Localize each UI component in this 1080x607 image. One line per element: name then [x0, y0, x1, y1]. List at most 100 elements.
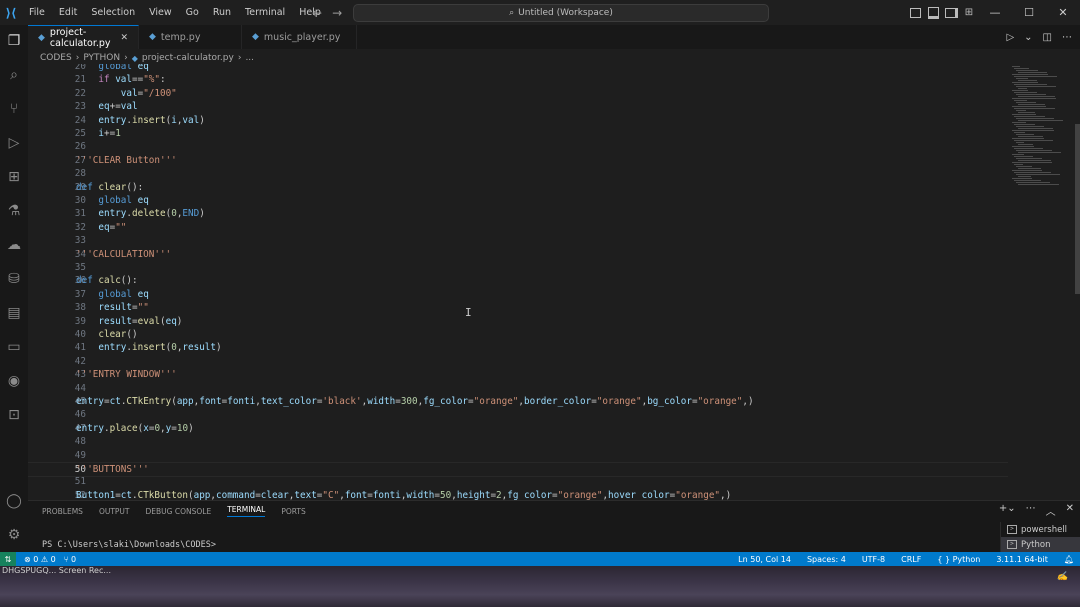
panel-tab-problems[interactable]: PROBLEMS	[42, 507, 83, 516]
code-line[interactable]: 24 entry.insert(i,val)	[28, 114, 1008, 127]
cursor-position[interactable]: Ln 50, Col 14	[738, 555, 791, 564]
tab-music-player-py[interactable]: ◆ music_player.py	[242, 25, 357, 49]
scroll-thumb[interactable]	[1075, 124, 1080, 294]
code-line[interactable]: 41 entry.insert(0,result)	[28, 341, 1008, 354]
remote-explorer-icon[interactable]: ▤	[0, 301, 28, 325]
minimap[interactable]	[1008, 64, 1074, 500]
code-line[interactable]: 27 '''CLEAR Button'''	[28, 154, 1008, 167]
breadcrumb-item[interactable]: CODES	[40, 53, 72, 63]
code-line[interactable]: 52 Button1=ct.CTkButton(app,command=clear…	[28, 489, 1008, 500]
code-line[interactable]: 47 entry.place(x=0,y=10)	[28, 422, 1008, 435]
code-line[interactable]: 29 def clear():	[28, 181, 1008, 194]
tab-project-calculator-py[interactable]: ◆ project-calculator.py ✕	[28, 25, 139, 49]
extensions-icon[interactable]: ⊞	[0, 165, 28, 189]
code-line[interactable]: 45 entry=ct.CTkEntry(app,font=fonti,text_…	[28, 395, 1008, 408]
toggle-panel-icon[interactable]	[924, 0, 942, 25]
tab-temp-py[interactable]: ◆ temp.py	[139, 25, 242, 49]
maximize-icon[interactable]: ☐	[1012, 0, 1046, 25]
more-actions-icon[interactable]: ⋯	[1026, 503, 1036, 518]
encoding[interactable]: UTF-8	[862, 555, 885, 564]
code-line[interactable]: 44	[28, 382, 1008, 395]
code-line[interactable]: 32 eq=""	[28, 221, 1008, 234]
code-line[interactable]: 30 global eq	[28, 194, 1008, 207]
back-arrow-icon[interactable]: ←	[312, 6, 322, 20]
code-line[interactable]: 36 def calc():	[28, 274, 1008, 287]
code-line[interactable]: 21 if val=="%":	[28, 73, 1008, 86]
code-line[interactable]: 26	[28, 140, 1008, 153]
code-line[interactable]: 22 val="/100"	[28, 87, 1008, 100]
menu-item-go[interactable]: Go	[179, 0, 206, 25]
editor-scrollbar[interactable]	[1074, 64, 1080, 500]
code-line[interactable]: 34 '''CALCULATION'''	[28, 248, 1008, 261]
remote-icon[interactable]: ⇅	[0, 552, 16, 566]
code-line[interactable]: 39 result=eval(eq)	[28, 315, 1008, 328]
panel-tab-terminal[interactable]: TERMINAL	[227, 505, 266, 517]
close-tab-icon[interactable]: ✕	[120, 33, 128, 43]
notifications-icon[interactable]: 🔔︎	[1064, 555, 1074, 564]
language-mode[interactable]: { } Python	[937, 555, 980, 564]
code-editor[interactable]: 20 global eq 21 if val=="%": 22 val="/100"…	[28, 64, 1008, 500]
python-interpreter[interactable]: 3.11.1 64-bit	[996, 555, 1048, 564]
command-center[interactable]: ⌕ Untitled (Workspace)	[353, 4, 769, 22]
terminal-item-python[interactable]: > Python	[1001, 537, 1080, 552]
database-icon[interactable]: ⛁	[0, 267, 28, 291]
code-line[interactable]: 23 eq+=val	[28, 100, 1008, 113]
code-line[interactable]: 37 global eq	[28, 288, 1008, 301]
code-line[interactable]: 42	[28, 355, 1008, 368]
source-control-icon[interactable]: ⑂	[0, 97, 28, 121]
gear-icon[interactable]: ⚙	[0, 523, 28, 547]
code-line[interactable]: 20 global eq	[28, 64, 1008, 73]
code-line[interactable]: 48	[28, 435, 1008, 448]
code-line[interactable]: 28	[28, 167, 1008, 180]
ports-icon[interactable]: ⊡	[0, 403, 28, 427]
ports-status[interactable]: ⑂ 0	[64, 555, 76, 564]
code-line[interactable]: 46	[28, 408, 1008, 421]
customize-layout-icon[interactable]: ⊞	[960, 0, 978, 25]
panel-tab-debug-console[interactable]: DEBUG CONSOLE	[146, 507, 212, 516]
breadcrumb-item[interactable]: PYTHON	[83, 53, 120, 63]
problems-status[interactable]: ⊗ 0 ⚠ 0	[24, 555, 56, 564]
menu-item-run[interactable]: Run	[206, 0, 238, 25]
chevron-down-icon[interactable]: ⌄	[1024, 32, 1032, 43]
forward-arrow-icon[interactable]: →	[332, 6, 342, 20]
code-line[interactable]: 49	[28, 449, 1008, 462]
toggle-secondary-sidebar-icon[interactable]	[942, 0, 960, 25]
minimize-icon[interactable]: —	[978, 0, 1012, 25]
breadcrumb-item[interactable]: ...	[245, 53, 254, 63]
search-icon[interactable]: ⌕	[0, 63, 28, 87]
indentation[interactable]: Spaces: 4	[807, 555, 846, 564]
chat-icon[interactable]: ▭	[0, 335, 28, 359]
code-line[interactable]: 35	[28, 261, 1008, 274]
code-line[interactable]: 33	[28, 234, 1008, 247]
maximize-panel-icon[interactable]: ︿	[1046, 503, 1056, 518]
panel-tab-output[interactable]: OUTPUT	[99, 507, 130, 516]
menu-item-selection[interactable]: Selection	[84, 0, 142, 25]
testing-icon[interactable]: ⚗	[0, 199, 28, 223]
menu-item-edit[interactable]: Edit	[52, 0, 84, 25]
code-line[interactable]: 40 clear()	[28, 328, 1008, 341]
docker-icon[interactable]: ☁	[0, 233, 28, 257]
code-line[interactable]: 38 result=""	[28, 301, 1008, 314]
code-line[interactable]: 51	[28, 475, 1008, 488]
split-editor-icon[interactable]: ◫	[1043, 32, 1052, 43]
code-line[interactable]: 31 entry.delete(0,END)	[28, 207, 1008, 220]
terminal-prompt[interactable]: PS C:\Users\slaki\Downloads\CODES>	[42, 540, 216, 550]
breadcrumb-item[interactable]: project-calculator.py	[142, 53, 234, 63]
eol[interactable]: CRLF	[901, 555, 921, 564]
close-icon[interactable]: ✕	[1046, 0, 1080, 25]
new-terminal-icon[interactable]: +⌄	[999, 503, 1016, 518]
menu-item-file[interactable]: File	[22, 0, 52, 25]
close-panel-icon[interactable]: ✕	[1066, 503, 1074, 518]
account-icon[interactable]: ◯	[0, 489, 28, 513]
code-line[interactable]: 25 i+=1	[28, 127, 1008, 140]
menu-item-terminal[interactable]: Terminal	[238, 0, 292, 25]
run-icon[interactable]: ▷	[1006, 32, 1014, 43]
terminal-item-powershell[interactable]: > powershell	[1001, 522, 1080, 537]
toggle-sidebar-icon[interactable]	[906, 0, 924, 25]
run-debug-icon[interactable]: ▷	[0, 131, 28, 155]
edge-icon[interactable]: ◉	[0, 369, 28, 393]
explorer-icon[interactable]: ❐	[0, 29, 28, 53]
more-actions-icon[interactable]: ⋯	[1062, 32, 1072, 43]
code-line[interactable]: 43 '''ENTRY WINDOW'''	[28, 368, 1008, 381]
panel-tab-ports[interactable]: PORTS	[281, 507, 305, 516]
